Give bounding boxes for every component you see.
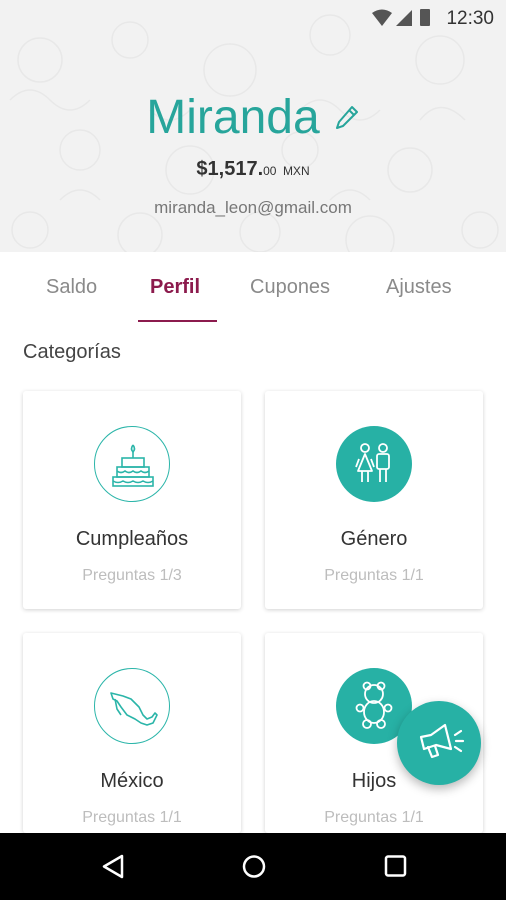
category-card-mexico[interactable]: México Preguntas 1/1 bbox=[23, 633, 241, 833]
system-nav-bar bbox=[0, 833, 506, 900]
balance-amount: $1,517. bbox=[196, 158, 264, 180]
tab-saldo[interactable]: Saldo bbox=[46, 276, 97, 299]
card-title: Género bbox=[340, 528, 408, 550]
category-card-genero[interactable]: Género Preguntas 1/1 bbox=[265, 391, 483, 609]
announcement-fab[interactable] bbox=[397, 701, 481, 785]
back-icon bbox=[102, 854, 124, 879]
cake-icon bbox=[94, 426, 170, 502]
card-subtitle: Preguntas 1/1 bbox=[82, 809, 182, 826]
profile-email: miranda_leon@gmail.com bbox=[154, 198, 352, 217]
pencil-icon[interactable] bbox=[334, 104, 360, 132]
tab-bar: Saldo Perfil Cupones Ajustes bbox=[0, 252, 506, 324]
nav-recents-button[interactable] bbox=[366, 833, 426, 900]
people-icon bbox=[336, 426, 412, 502]
megaphone-icon bbox=[419, 723, 465, 759]
tab-ajustes[interactable]: Ajustes bbox=[386, 276, 452, 299]
tab-active-indicator bbox=[138, 320, 217, 322]
card-subtitle: Preguntas 1/1 bbox=[324, 567, 424, 584]
balance-currency: MXN bbox=[282, 164, 310, 178]
nav-home-button[interactable] bbox=[224, 833, 284, 900]
status-time: 12:30 bbox=[446, 8, 494, 29]
wifi-icon bbox=[372, 9, 392, 26]
card-subtitle: Preguntas 1/1 bbox=[324, 809, 424, 826]
profile-name-row: Miranda bbox=[0, 90, 506, 145]
nav-back-button[interactable] bbox=[83, 833, 143, 900]
status-icons bbox=[372, 8, 432, 33]
tab-perfil[interactable]: Perfil bbox=[150, 276, 200, 299]
category-card-cumpleanos[interactable]: Cumpleaños Preguntas 1/3 bbox=[23, 391, 241, 609]
card-title: México bbox=[100, 770, 164, 792]
mexico-map-icon bbox=[94, 668, 170, 744]
profile-name: Miranda bbox=[146, 91, 320, 144]
recents-icon bbox=[384, 855, 407, 877]
tab-cupones[interactable]: Cupones bbox=[250, 276, 330, 299]
home-icon bbox=[242, 855, 266, 878]
section-title: Categorías bbox=[23, 341, 121, 363]
status-bar: 12:30 bbox=[0, 0, 506, 36]
cell-signal-icon bbox=[396, 10, 412, 26]
card-title: Cumpleaños bbox=[75, 528, 189, 550]
battery-icon bbox=[420, 9, 430, 26]
profile-header: 12:30 Miranda $1,517.00 MXN miranda_leon… bbox=[0, 0, 506, 252]
card-subtitle: Preguntas 1/3 bbox=[82, 567, 182, 584]
balance-cents: 00 bbox=[263, 164, 277, 178]
profile-balance: $1,517.00 MXN bbox=[0, 158, 506, 181]
